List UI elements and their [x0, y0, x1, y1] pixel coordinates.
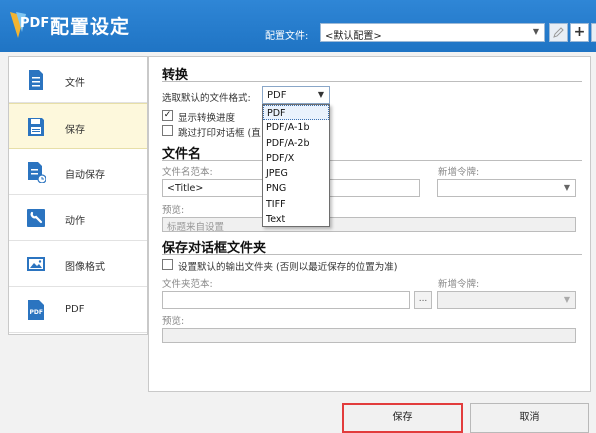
- cancel-button[interactable]: 取消: [470, 403, 589, 433]
- skip-print-dialog-checkbox[interactable]: [162, 125, 173, 136]
- chevron-down-icon: ▼: [532, 27, 539, 36]
- folder-new-token-label: 新增令牌:: [438, 279, 480, 290]
- sidebar-item-autosave[interactable]: 自动保存: [9, 149, 147, 195]
- format-option[interactable]: PNG: [263, 181, 329, 196]
- format-option[interactable]: PDF/X: [263, 151, 329, 166]
- filename-template-value: <Title>: [167, 183, 204, 194]
- sidebar-item-label: 文件: [65, 78, 85, 89]
- window-title: 配置设定: [50, 16, 131, 38]
- format-label: 选取默认的文件格式:: [162, 93, 251, 104]
- browse-folder-button[interactable]: ...: [414, 291, 432, 309]
- logo-text: PDF: [20, 16, 50, 31]
- save-button[interactable]: 保存: [342, 403, 463, 433]
- folder-new-token-select[interactable]: ▼: [437, 291, 576, 309]
- format-option[interactable]: PDF/A-1b: [263, 120, 329, 135]
- chevron-down-icon: ▼: [563, 295, 570, 304]
- filename-new-token-label: 新增令牌:: [438, 167, 480, 178]
- sidebar-item-label: 自动保存: [65, 170, 105, 181]
- filename-preview-value: 标题来自设置: [167, 222, 225, 233]
- sidebar-item-label: 图像格式: [65, 262, 105, 273]
- format-option[interactable]: PDF/A-2b: [263, 136, 329, 151]
- show-progress-label: 显示转换进度: [178, 113, 236, 124]
- folder-preview-field: [162, 328, 576, 343]
- folder-template-input[interactable]: [162, 291, 410, 309]
- filename-preview-label: 预览:: [162, 205, 185, 216]
- divider: [162, 160, 582, 161]
- pdf-icon: PDF: [28, 300, 44, 320]
- folder-template-label: 文件夹范本:: [162, 279, 213, 290]
- profile-label: 配置文件:: [265, 31, 309, 42]
- filename-template-label: 文件名范本:: [162, 167, 213, 178]
- format-option[interactable]: TIFF: [263, 197, 329, 212]
- save-icon: [28, 118, 44, 136]
- sidebar-item-file[interactable]: 文件: [9, 57, 147, 103]
- sidebar: 文件 保存 自动保存 动作 图像格式 PDF PDF: [8, 56, 148, 335]
- profile-select-value: <默认配置>: [325, 31, 382, 42]
- profile-select[interactable]: <默认配置> ▼: [320, 23, 545, 42]
- sidebar-item-image-format[interactable]: 图像格式: [9, 241, 147, 287]
- folder-preview-label: 预览:: [162, 316, 185, 327]
- wrench-icon: [27, 209, 45, 227]
- sidebar-item-pdf[interactable]: PDF PDF: [9, 287, 147, 333]
- autosave-icon: [28, 162, 46, 183]
- sidebar-item-label: 动作: [65, 216, 85, 227]
- filename-preview-field: 标题来自设置: [162, 217, 576, 233]
- filename-new-token-select[interactable]: ▼: [437, 179, 576, 197]
- rename-profile-button[interactable]: [549, 23, 568, 42]
- sidebar-item-label: PDF: [65, 304, 85, 315]
- divider: [162, 254, 582, 255]
- skip-print-dialog-label: 跳过打印对话框 (直: [178, 128, 261, 139]
- svg-text:PDF: PDF: [30, 309, 43, 316]
- format-option[interactable]: JPEG: [263, 166, 329, 181]
- sidebar-item-label: 保存: [65, 125, 85, 136]
- file-icon: [29, 70, 43, 90]
- add-profile-button[interactable]: +: [570, 23, 589, 42]
- sidebar-item-actions[interactable]: 动作: [9, 195, 147, 241]
- image-icon: [27, 257, 45, 271]
- pencil-icon: [553, 27, 564, 38]
- format-option[interactable]: Text: [263, 212, 329, 227]
- set-default-folder-checkbox[interactable]: [162, 259, 173, 270]
- chevron-down-icon: ▼: [317, 90, 324, 99]
- settings-panel: 转换 选取默认的文件格式: PDF ▼ ✓ 显示转换进度 跳过打印对话框 (直 …: [148, 56, 591, 392]
- format-select-value: PDF: [267, 90, 287, 101]
- show-progress-checkbox[interactable]: ✓: [162, 110, 173, 121]
- sidebar-item-save[interactable]: 保存: [9, 103, 147, 149]
- set-default-folder-label: 设置默认的输出文件夹 (否则以最近保存的位置为准): [178, 262, 398, 273]
- format-option[interactable]: PDF: [263, 105, 329, 121]
- more-profile-button[interactable]: [591, 23, 596, 42]
- title-bar: PDF 配置设定 配置文件: <默认配置> ▼ +: [0, 0, 596, 52]
- format-dropdown-list: PDF PDF/A-1b PDF/A-2b PDF/X JPEG PNG TIF…: [262, 104, 330, 227]
- chevron-down-icon: ▼: [563, 183, 570, 192]
- divider: [162, 81, 582, 82]
- format-select[interactable]: PDF ▼: [262, 86, 330, 104]
